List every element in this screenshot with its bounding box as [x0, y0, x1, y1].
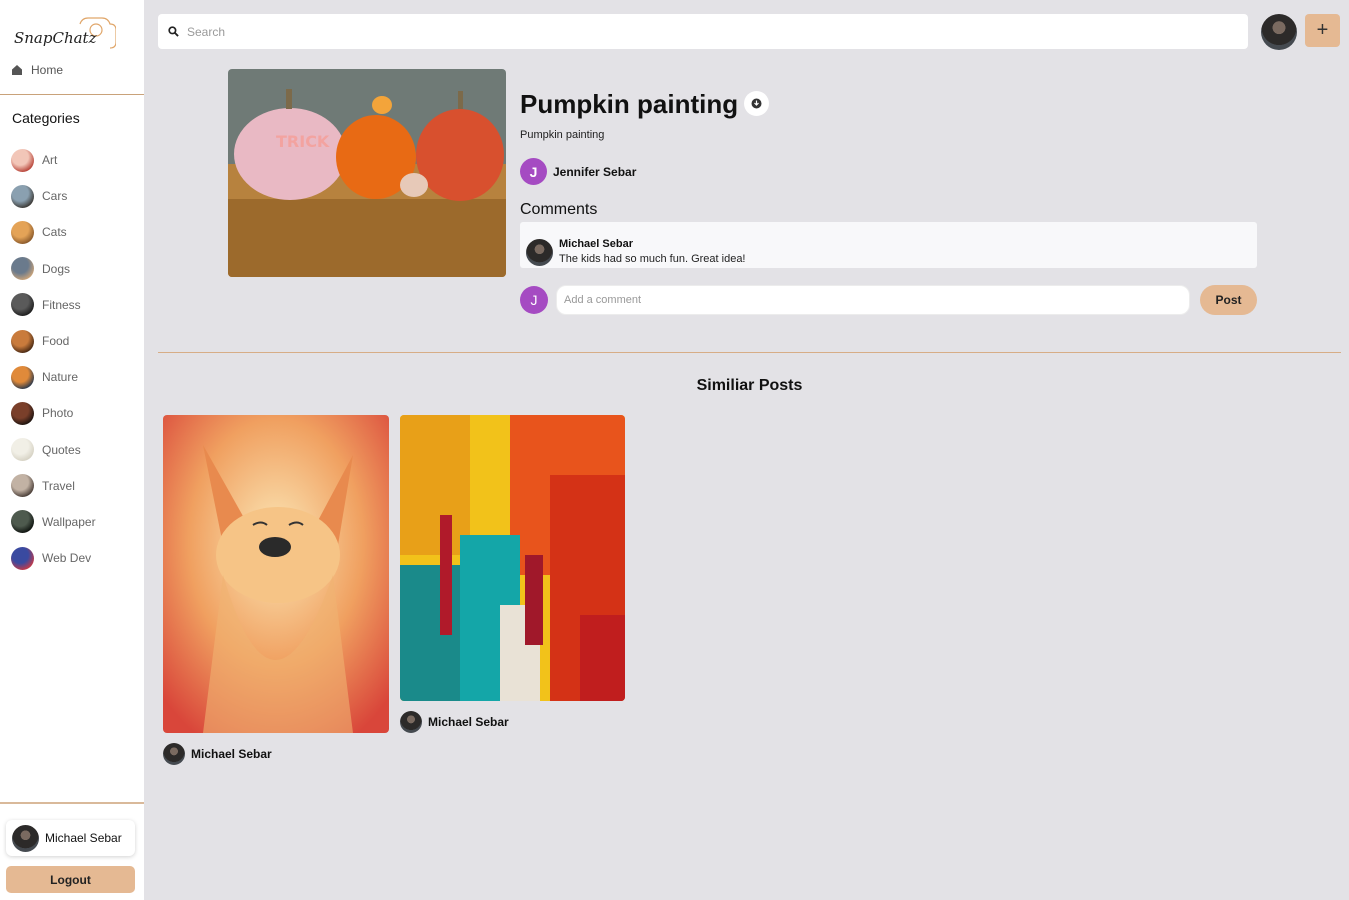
- watercolor-fox-image: [163, 415, 389, 733]
- post-comment-button[interactable]: Post: [1200, 285, 1257, 315]
- sidebar-item-label: Quotes: [42, 442, 81, 457]
- add-comment-row: J Post: [520, 285, 1257, 315]
- user-name: Michael Sebar: [45, 831, 122, 845]
- category-thumbnail: [11, 438, 34, 462]
- sidebar-item-nature[interactable]: Nature: [11, 359, 141, 395]
- app-logo[interactable]: SnapChatz: [12, 14, 116, 54]
- sidebar: SnapChatz Home Categories Art Cars Cats Dog…: [0, 0, 144, 900]
- avatar: [163, 743, 185, 765]
- sidebar-item-label: Food: [42, 334, 70, 349]
- category-thumbnail: [11, 257, 34, 281]
- category-thumbnail: [11, 329, 34, 353]
- category-thumbnail: [11, 365, 34, 389]
- author-name: Jennifer Sebar: [553, 164, 637, 179]
- pumpkin-image: TRICK: [228, 69, 506, 277]
- sidebar-item-art[interactable]: Art: [11, 142, 141, 178]
- sidebar-item-wallpaper[interactable]: Wallpaper: [11, 504, 141, 540]
- author-name: Michael Sebar: [191, 747, 272, 761]
- post-description: Pumpkin painting: [520, 129, 605, 141]
- app-logo-text: SnapChatz: [14, 29, 97, 47]
- search-bar[interactable]: [158, 14, 1248, 49]
- category-thumbnail: [11, 220, 34, 244]
- sidebar-item-label: Fitness: [42, 297, 81, 312]
- sidebar-item-web-dev[interactable]: Web Dev: [11, 540, 141, 576]
- sidebar-item-label: Web Dev: [42, 551, 92, 566]
- sidebar-item-label: Cars: [42, 189, 68, 204]
- comment-author[interactable]: Michael Sebar: [559, 237, 746, 252]
- comment-item: Michael Sebar The kids had so much fun. …: [526, 237, 746, 267]
- home-icon: [12, 65, 22, 75]
- avatar: [400, 711, 422, 733]
- download-button[interactable]: [744, 91, 769, 116]
- categories-heading: Categories: [12, 110, 80, 126]
- sidebar-item-travel[interactable]: Travel: [11, 468, 141, 504]
- sidebar-item-cats[interactable]: Cats: [11, 214, 141, 250]
- sidebar-item-photo[interactable]: Photo: [11, 395, 141, 431]
- search-input[interactable]: [187, 24, 1227, 39]
- similar-posts-heading: Similiar Posts: [696, 377, 803, 394]
- comment-text: The kids had so much fun. Great idea!: [559, 253, 746, 265]
- avatar: J: [520, 286, 548, 314]
- author-avatar: J: [520, 158, 547, 185]
- category-thumbnail: [11, 474, 34, 498]
- sidebar-item-label: Art: [42, 153, 58, 168]
- sidebar-item-label: Nature: [42, 370, 79, 385]
- sidebar-item-label: Wallpaper: [42, 514, 96, 529]
- sidebar-item-dogs[interactable]: Dogs: [11, 251, 141, 287]
- sidebar-divider: [0, 94, 144, 95]
- search-icon: [168, 26, 179, 37]
- avatar: [526, 238, 553, 266]
- similar-post-author[interactable]: Michael Sebar: [163, 743, 272, 765]
- sidebar-item-label: Travel: [42, 478, 75, 493]
- sidebar-item-food[interactable]: Food: [11, 323, 141, 359]
- sidebar-item-cars[interactable]: Cars: [11, 178, 141, 214]
- comments-heading: Comments: [520, 201, 598, 218]
- section-divider: [158, 352, 1341, 353]
- similar-post-author[interactable]: Michael Sebar: [400, 711, 509, 733]
- sidebar-item-home[interactable]: Home: [12, 63, 63, 77]
- similar-post-image[interactable]: [163, 415, 389, 733]
- category-thumbnail: [11, 148, 34, 172]
- add-post-button[interactable]: +: [1305, 14, 1340, 47]
- comment-input[interactable]: [556, 285, 1190, 315]
- category-thumbnail: [11, 510, 34, 534]
- post-title: Pumpkin painting: [520, 89, 739, 119]
- avatar: [12, 824, 39, 852]
- sidebar-item-quotes[interactable]: Quotes: [11, 432, 141, 468]
- author-name: Michael Sebar: [428, 715, 509, 729]
- comments-list: Michael Sebar The kids had so much fun. …: [520, 222, 1257, 268]
- category-list: Art Cars Cats Dogs Fitness Food Nature Photo Quo…: [11, 142, 141, 576]
- sidebar-item-label: Cats: [42, 225, 67, 240]
- svg-text:TRICK: TRICK: [276, 132, 330, 151]
- category-thumbnail: [11, 293, 34, 317]
- sidebar-item-label: Dogs: [42, 261, 71, 276]
- header-avatar[interactable]: [1261, 14, 1297, 50]
- abstract-paint-image: [400, 415, 625, 701]
- post-image: TRICK: [228, 69, 506, 277]
- category-thumbnail: [11, 184, 34, 208]
- category-thumbnail: [11, 546, 34, 570]
- logout-button[interactable]: Logout: [6, 866, 135, 893]
- download-icon: [751, 98, 762, 109]
- sidebar-item-fitness[interactable]: Fitness: [11, 287, 141, 323]
- sidebar-footer-divider: [0, 802, 144, 804]
- user-profile-card[interactable]: Michael Sebar: [6, 820, 135, 856]
- category-thumbnail: [11, 401, 34, 425]
- sidebar-item-label: Home: [31, 63, 64, 77]
- similar-post-image[interactable]: [400, 415, 625, 701]
- post-author[interactable]: J Jennifer Sebar: [520, 158, 636, 185]
- sidebar-item-label: Photo: [42, 406, 74, 421]
